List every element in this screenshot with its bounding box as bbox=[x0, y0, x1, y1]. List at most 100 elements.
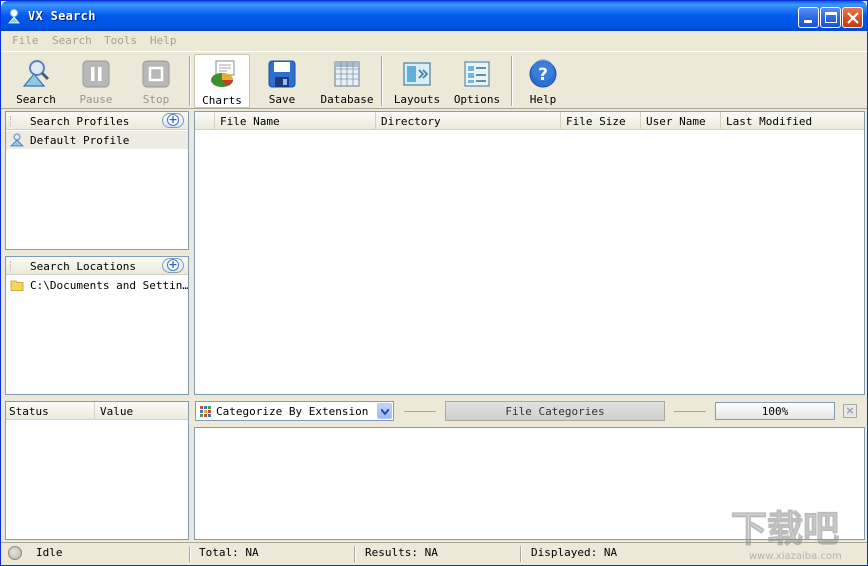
location-item-label: C:\Documents and Settin… bbox=[30, 279, 189, 292]
profile-icon bbox=[10, 133, 24, 147]
user-name-column-label: User Name bbox=[646, 115, 706, 128]
charts-button[interactable]: Charts bbox=[194, 54, 250, 108]
location-item[interactable]: C:\Documents and Settin… bbox=[6, 276, 188, 294]
divider bbox=[404, 411, 436, 412]
layouts-button[interactable]: Layouts bbox=[389, 54, 445, 108]
menu-search[interactable]: Search bbox=[52, 34, 92, 47]
zoom-field[interactable]: 100% bbox=[715, 402, 835, 420]
help-button[interactable]: ? Help bbox=[515, 54, 571, 108]
menu-help[interactable]: Help bbox=[150, 34, 177, 47]
stop-button[interactable]: Stop bbox=[128, 54, 184, 108]
stop-icon bbox=[142, 60, 170, 88]
plus-icon: + bbox=[167, 113, 179, 126]
floppy-disk-icon bbox=[268, 60, 296, 88]
status-separator bbox=[520, 546, 522, 562]
column-grip bbox=[195, 112, 215, 130]
status-column-label: Status bbox=[9, 405, 49, 418]
close-categories-button[interactable]: × bbox=[843, 404, 857, 418]
search-icon bbox=[22, 60, 50, 87]
chevron-down-icon bbox=[381, 409, 389, 415]
search-label: Search bbox=[16, 93, 56, 106]
close-button[interactable] bbox=[842, 7, 863, 28]
title-bar[interactable]: VX Search bbox=[1, 1, 867, 31]
divider bbox=[674, 411, 706, 412]
add-location-button[interactable]: + bbox=[162, 258, 184, 273]
status-total: Total: NA bbox=[199, 546, 259, 559]
svg-text:下载吧: 下载吧 bbox=[731, 509, 839, 550]
layouts-label: Layouts bbox=[393, 93, 441, 106]
directory-column-label: Directory bbox=[381, 115, 441, 128]
options-button[interactable]: Options bbox=[449, 54, 505, 108]
minimize-button[interactable] bbox=[798, 7, 819, 28]
value-column-header[interactable]: Value bbox=[95, 402, 188, 420]
file-categories-button[interactable]: File Categories bbox=[445, 401, 665, 421]
categorize-select-value: Categorize By Extension bbox=[216, 405, 369, 418]
pause-label: Pause bbox=[79, 93, 113, 106]
status-state: Idle bbox=[36, 546, 63, 559]
save-label: Save bbox=[268, 93, 296, 106]
pie-chart-icon bbox=[211, 60, 235, 87]
search-profiles-title: Search Profiles bbox=[30, 115, 130, 128]
stop-label: Stop bbox=[142, 93, 170, 106]
pause-button[interactable]: Pause bbox=[68, 54, 124, 108]
last-modified-column-header[interactable]: Last Modified bbox=[721, 112, 864, 130]
toolbar-separator bbox=[189, 56, 191, 106]
search-profiles-panel: Search Profiles + Default Profile bbox=[5, 111, 189, 250]
help-icon: ? bbox=[529, 59, 557, 88]
help-label: Help bbox=[529, 93, 557, 106]
status-displayed: Displayed: NA bbox=[531, 546, 618, 559]
grip-icon bbox=[10, 261, 22, 271]
status-separator bbox=[189, 546, 191, 562]
menu-file[interactable]: File bbox=[12, 34, 39, 47]
toolbar-separator bbox=[381, 56, 383, 106]
search-button[interactable]: Search bbox=[8, 54, 64, 108]
file-categories-label: File Categories bbox=[505, 405, 605, 418]
close-icon: × bbox=[845, 404, 855, 417]
plus-icon: + bbox=[167, 258, 179, 271]
grid-icon bbox=[200, 406, 211, 417]
toolbar-separator bbox=[511, 56, 513, 106]
profile-item[interactable]: Default Profile bbox=[6, 131, 188, 149]
file-size-column-label: File Size bbox=[566, 115, 626, 128]
app-window: VX Search File Search Tools Help Search bbox=[0, 0, 868, 566]
status-separator bbox=[354, 546, 356, 562]
svg-text:?: ? bbox=[538, 65, 548, 85]
search-profiles-header: Search Profiles + bbox=[6, 112, 188, 130]
last-modified-column-label: Last Modified bbox=[726, 115, 813, 128]
menu-bar: File Search Tools Help bbox=[1, 31, 867, 50]
options-icon bbox=[464, 61, 490, 87]
dropdown-button[interactable] bbox=[377, 403, 392, 419]
window-title: VX Search bbox=[28, 9, 96, 23]
options-label: Options bbox=[453, 93, 501, 106]
search-locations-header: Search Locations + bbox=[6, 257, 188, 275]
directory-column-header[interactable]: Directory bbox=[376, 112, 561, 130]
search-locations-title: Search Locations bbox=[30, 260, 136, 273]
file-size-column-header[interactable]: File Size bbox=[561, 112, 641, 130]
save-button[interactable]: Save bbox=[254, 54, 310, 108]
grip-icon bbox=[10, 116, 22, 126]
status-indicator-icon bbox=[8, 546, 22, 560]
database-table-icon bbox=[334, 61, 360, 87]
search-locations-panel: Search Locations + C:\Documents and Sett… bbox=[5, 256, 189, 395]
svg-text:www.xiazaiba.com: www.xiazaiba.com bbox=[749, 551, 842, 562]
layouts-icon bbox=[403, 62, 431, 86]
value-column-label: Value bbox=[100, 405, 134, 418]
categorize-select[interactable]: Categorize By Extension bbox=[195, 401, 394, 421]
close-icon bbox=[847, 12, 859, 24]
file-name-column-header[interactable]: File Name bbox=[215, 112, 376, 130]
database-label: Database bbox=[320, 93, 374, 106]
database-button[interactable]: Database bbox=[319, 54, 375, 108]
user-name-column-header[interactable]: User Name bbox=[641, 112, 721, 130]
charts-label: Charts bbox=[202, 94, 242, 107]
menu-tools[interactable]: Tools bbox=[104, 34, 137, 47]
status-results: Results: NA bbox=[365, 546, 438, 559]
zoom-value: 100% bbox=[761, 405, 789, 418]
profile-item-label: Default Profile bbox=[30, 134, 130, 147]
maximize-button[interactable] bbox=[820, 7, 841, 28]
add-profile-button[interactable]: + bbox=[162, 113, 184, 128]
results-table: File Name Directory File Size User Name … bbox=[194, 111, 865, 395]
status-column-header[interactable]: Status bbox=[6, 402, 95, 420]
folder-icon bbox=[10, 280, 24, 291]
toolbar: Search Pause Stop Charts Save Database L… bbox=[1, 51, 867, 109]
status-panel: Status Value bbox=[5, 401, 189, 540]
